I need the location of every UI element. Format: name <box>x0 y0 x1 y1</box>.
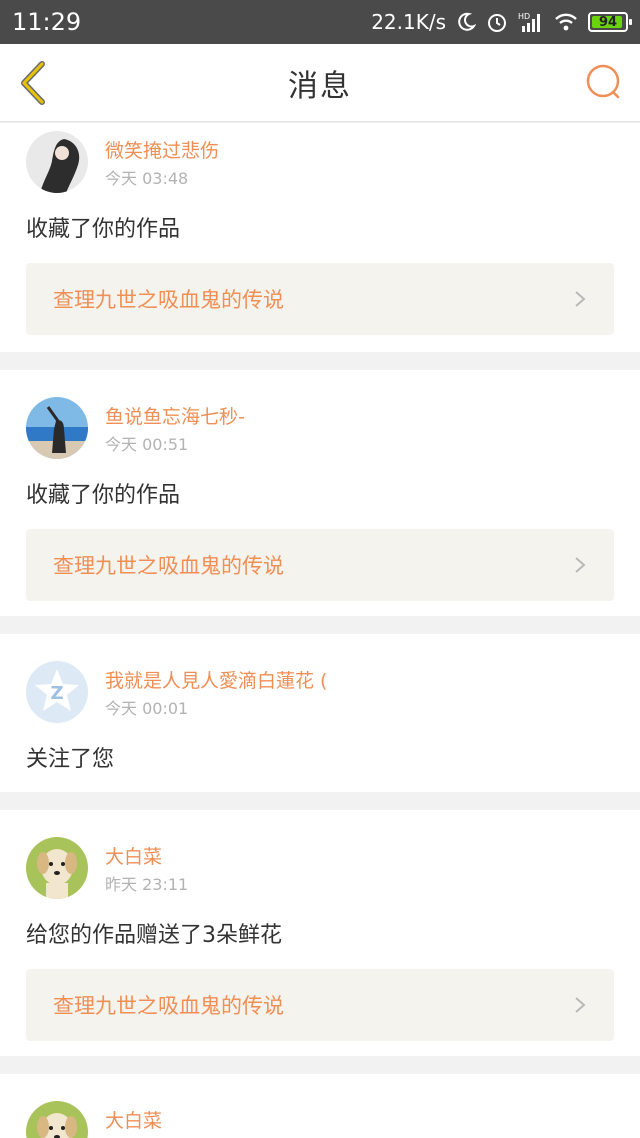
work-link[interactable]: 查理九世之吸血鬼的传说 <box>26 969 614 1041</box>
avatar[interactable]: Z <box>26 661 88 723</box>
action-text: 给您的作品赠送了3朵鲜花 <box>26 923 282 948</box>
work-title: 查理九世之吸血鬼的传说 <box>53 288 284 312</box>
sender-name[interactable]: 鱼说鱼忘海七秒- <box>105 403 245 431</box>
svg-text:Z: Z <box>50 683 63 704</box>
work-title: 查理九世之吸血鬼的传说 <box>53 554 284 578</box>
status-time: 11:29 <box>12 8 82 36</box>
search-icon[interactable] <box>584 62 624 102</box>
avatar[interactable] <box>26 1101 88 1138</box>
avatar[interactable] <box>26 397 88 459</box>
action-text: 收藏了你的作品 <box>26 483 181 508</box>
status-bar: 11:29 22.1K/s HD 94 <box>0 0 640 44</box>
chevron-right-icon <box>575 291 586 307</box>
signal-icon: HD <box>518 12 540 32</box>
message-time: 今天 03:48 <box>105 169 189 188</box>
chevron-right-icon <box>575 557 586 573</box>
sender-name[interactable]: 大白菜 <box>105 843 188 871</box>
sender-name[interactable]: 微笑掩过悲伤 <box>105 137 219 165</box>
message-time: 今天 00:51 <box>105 435 189 454</box>
message-item[interactable]: 鱼说鱼忘海七秒- 今天 00:51 收藏了你的作品 查理九世之吸血鬼的传说 <box>0 370 640 616</box>
work-link[interactable]: 查理九世之吸血鬼的传说 <box>26 529 614 601</box>
action-text: 关注了您 <box>26 747 115 772</box>
svg-text:HD: HD <box>518 12 530 21</box>
alarm-icon <box>488 14 506 32</box>
battery-level: 94 <box>598 14 618 30</box>
avatar[interactable] <box>26 837 88 899</box>
message-time: 昨天 23:11 <box>105 875 189 894</box>
message-item[interactable]: Z 我就是人見人愛滴白蓮花 ( 今天 00:01 关注了您 <box>0 634 640 792</box>
message-list[interactable]: 微笑掩过悲伤 今天 03:48 收藏了你的作品 查理九世之吸血鬼的传说 鱼说鱼忘… <box>0 123 640 1138</box>
nav-bar: 消息 <box>0 44 640 122</box>
status-icons: 22.1K/s HD 94 <box>371 10 632 34</box>
message-item[interactable]: 大白菜 <box>0 1074 640 1138</box>
wifi-icon <box>555 13 577 31</box>
battery-icon: 94 <box>588 12 632 32</box>
work-title: 查理九世之吸血鬼的传说 <box>53 994 284 1018</box>
page-title: 消息 <box>288 68 352 104</box>
avatar[interactable] <box>26 131 88 193</box>
moon-icon <box>458 12 476 31</box>
message-item[interactable]: 微笑掩过悲伤 今天 03:48 收藏了你的作品 查理九世之吸血鬼的传说 <box>0 123 640 352</box>
work-link[interactable]: 查理九世之吸血鬼的传说 <box>26 263 614 335</box>
net-speed: 22.1K/s <box>371 10 446 34</box>
chevron-right-icon <box>575 997 586 1013</box>
message-item[interactable]: 大白菜 昨天 23:11 给您的作品赠送了3朵鲜花 查理九世之吸血鬼的传说 <box>0 810 640 1056</box>
action-text: 收藏了你的作品 <box>26 217 181 242</box>
message-time: 今天 00:01 <box>105 699 189 718</box>
sender-name[interactable]: 大白菜 <box>105 1107 162 1135</box>
sender-name[interactable]: 我就是人見人愛滴白蓮花 ( <box>105 667 327 695</box>
back-icon[interactable] <box>14 60 54 106</box>
